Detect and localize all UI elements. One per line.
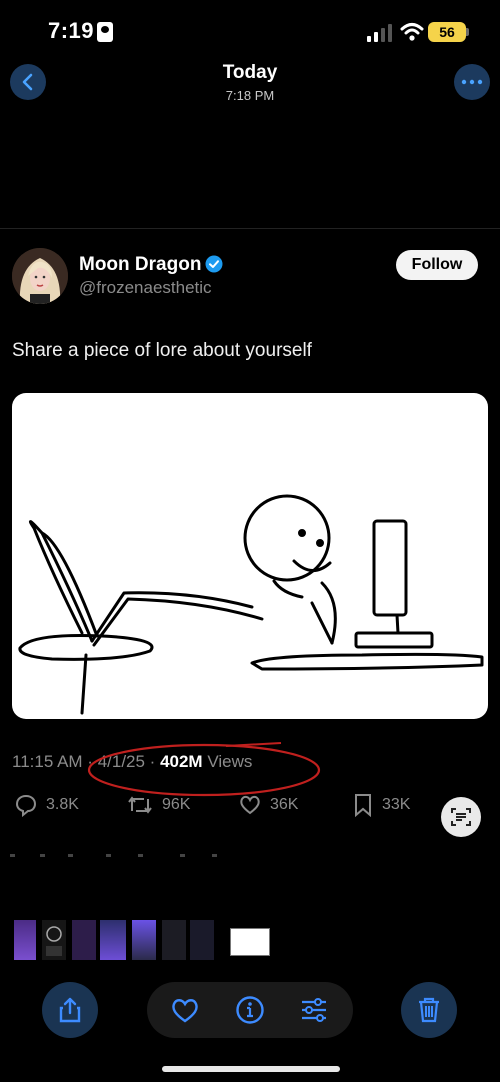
text-scan-button[interactable] bbox=[441, 797, 481, 837]
user-handle[interactable]: @frozenaesthetic bbox=[79, 278, 212, 298]
tweet-media[interactable] bbox=[12, 393, 488, 719]
avatar[interactable] bbox=[12, 248, 68, 304]
faded-text-line bbox=[10, 854, 217, 857]
info-button[interactable] bbox=[234, 994, 266, 1026]
like-icon bbox=[240, 795, 260, 815]
thumbnail-4[interactable] bbox=[100, 920, 126, 960]
adjust-button[interactable] bbox=[298, 994, 330, 1026]
annotation-circle bbox=[87, 742, 321, 797]
bookmark-button[interactable]: 33K bbox=[352, 793, 410, 817]
bookmark-count: 33K bbox=[382, 796, 411, 813]
thumbnail-3[interactable] bbox=[72, 920, 96, 960]
retweet-icon bbox=[128, 796, 152, 814]
info-icon bbox=[236, 996, 264, 1024]
more-icon bbox=[461, 79, 483, 85]
tweet-time: 11:15 AM bbox=[12, 752, 83, 771]
battery-nub bbox=[466, 28, 469, 36]
verified-icon bbox=[205, 255, 223, 273]
thumbnail-8-selected[interactable] bbox=[230, 928, 270, 956]
share-button[interactable] bbox=[42, 982, 98, 1038]
trash-icon bbox=[419, 997, 439, 1023]
avatar-image bbox=[12, 248, 68, 304]
more-button[interactable] bbox=[454, 64, 490, 100]
follow-button[interactable]: Follow bbox=[396, 250, 478, 280]
favorite-button[interactable] bbox=[169, 994, 201, 1026]
heart-icon bbox=[172, 999, 198, 1023]
like-button[interactable]: 36K bbox=[238, 793, 298, 817]
thumbnail-1[interactable] bbox=[14, 920, 36, 960]
thumbnail-2[interactable] bbox=[42, 920, 66, 960]
signal-icon bbox=[367, 24, 392, 42]
thumbnail-7[interactable] bbox=[190, 920, 214, 960]
header-subtitle: 7:18 PM bbox=[225, 88, 275, 103]
battery-indicator: 56 bbox=[428, 22, 466, 42]
header-title: Today bbox=[222, 62, 278, 83]
wifi-icon bbox=[400, 23, 424, 41]
retweet-button[interactable]: 96K bbox=[126, 793, 190, 817]
contact-badge-icon bbox=[97, 22, 113, 42]
share-icon bbox=[59, 997, 81, 1023]
home-indicator[interactable] bbox=[162, 1066, 340, 1072]
status-time: 7:19 bbox=[48, 18, 95, 43]
retweet-count: 96K bbox=[162, 796, 191, 813]
reply-icon bbox=[15, 794, 37, 817]
header-divider bbox=[0, 228, 500, 229]
display-name[interactable]: Moon Dragon bbox=[79, 254, 201, 276]
text-scan-icon bbox=[451, 808, 471, 826]
like-count: 36K bbox=[270, 796, 299, 813]
delete-button[interactable] bbox=[401, 982, 457, 1038]
bookmark-icon bbox=[355, 794, 371, 817]
reply-count: 3.8K bbox=[46, 796, 79, 813]
stick-figure-drawing bbox=[18, 494, 484, 715]
thumbnail-5[interactable] bbox=[132, 920, 156, 960]
tweet-text: Share a piece of lore about yourself bbox=[12, 340, 312, 361]
reply-button[interactable]: 3.8K bbox=[14, 793, 79, 817]
adjust-icon bbox=[302, 998, 326, 1022]
skull-image bbox=[46, 926, 62, 956]
thumbnail-6[interactable] bbox=[162, 920, 186, 960]
